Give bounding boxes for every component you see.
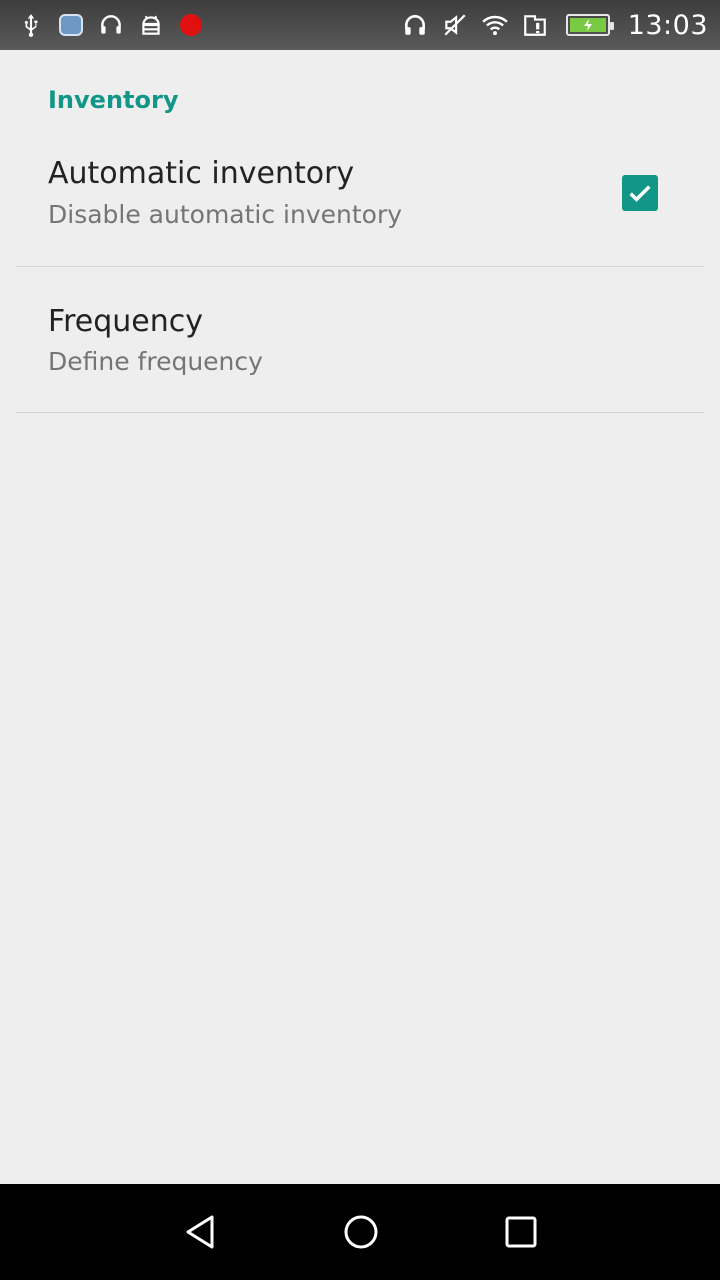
cloud-app-icon xyxy=(58,12,84,38)
mute-icon xyxy=(442,12,468,38)
preference-category-title: Inventory xyxy=(48,86,179,114)
preference-frequency[interactable]: Frequency Define frequency xyxy=(0,287,720,411)
battery-fill xyxy=(569,18,606,32)
status-bar: 13:03 xyxy=(0,0,720,50)
preference-title: Frequency xyxy=(48,304,203,339)
settings-screen: 13:03 Inventory Automatic inventory Disa… xyxy=(0,0,720,1280)
preference-title: Automatic inventory xyxy=(48,156,355,191)
preference-summary: Disable automatic inventory xyxy=(48,200,403,229)
record-icon xyxy=(178,12,204,38)
headset-icon xyxy=(98,12,124,38)
wifi-icon xyxy=(481,12,508,38)
divider xyxy=(16,266,704,267)
navigation-bar xyxy=(0,1184,720,1280)
android-debug-icon xyxy=(138,12,164,38)
divider xyxy=(16,412,704,413)
status-system-icons: 13:03 xyxy=(402,9,708,41)
battery-outline xyxy=(565,14,614,36)
battery-icon xyxy=(562,12,614,38)
home-button[interactable] xyxy=(341,1212,381,1252)
recents-button[interactable] xyxy=(501,1212,541,1252)
record-dot xyxy=(180,14,202,36)
preference-summary: Define frequency xyxy=(48,347,263,376)
checkmark-icon xyxy=(629,185,651,202)
status-notifications xyxy=(18,10,204,40)
back-button[interactable] xyxy=(182,1212,222,1252)
home-icon xyxy=(344,1215,378,1249)
status-clock: 13:03 xyxy=(627,9,708,41)
recents-icon xyxy=(505,1216,537,1248)
preference-automatic-inventory[interactable]: Automatic inventory Disable automatic in… xyxy=(0,140,720,266)
automatic-inventory-checkbox[interactable] xyxy=(622,175,658,211)
sim-alert-icon xyxy=(522,12,548,38)
back-icon xyxy=(186,1215,214,1249)
headphones-icon xyxy=(402,12,428,38)
usb-icon xyxy=(18,12,44,38)
